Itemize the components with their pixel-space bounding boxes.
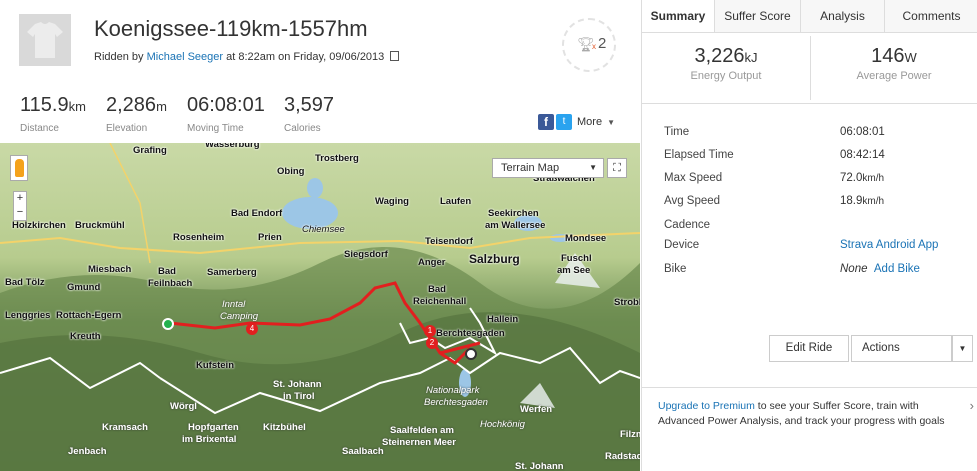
- chevron-right-icon[interactable]: ›: [970, 398, 974, 413]
- detail-cadence: Cadence: [664, 219, 711, 231]
- stat-elevation: 2,286m Elevation: [106, 94, 167, 134]
- sidebar: Summary Suffer Score Analysis Comments 3…: [641, 0, 977, 471]
- chevron-down-icon[interactable]: ▼: [952, 335, 973, 362]
- zoom-control: + −: [13, 191, 27, 221]
- zoom-in-button[interactable]: +: [14, 192, 26, 206]
- zoom-out-button[interactable]: −: [14, 206, 26, 220]
- tab-comments[interactable]: Comments: [884, 0, 977, 32]
- energy-output: 3,226kJ Energy Output: [690, 45, 762, 82]
- tab-summary[interactable]: Summary: [642, 0, 714, 32]
- share-bar: f t More ▼: [538, 114, 615, 130]
- activity-time: at 8:22am on Friday, 09/06/2013: [226, 51, 385, 63]
- route-map[interactable]: Grafing Wasserburg Trostberg Obing Straß…: [0, 143, 640, 471]
- start-marker[interactable]: [162, 318, 174, 330]
- ridden-by-label: Ridden by: [94, 51, 144, 63]
- route-marker[interactable]: 4: [246, 323, 258, 335]
- divider: [642, 103, 977, 104]
- achievements-count: 2: [598, 35, 607, 52]
- activity-title: Koenigssee-119km-1557hm: [94, 16, 368, 41]
- facebook-icon[interactable]: f: [538, 114, 554, 130]
- street-view-pegman[interactable]: [10, 155, 28, 181]
- map-type-select[interactable]: Terrain Map ▼: [492, 158, 604, 178]
- detail-elapsed-time: Elapsed Time 08:42:14: [664, 149, 885, 161]
- finish-marker[interactable]: [465, 348, 477, 360]
- calendar-icon[interactable]: [390, 51, 400, 61]
- tab-bar: Summary Suffer Score Analysis Comments: [642, 0, 977, 33]
- tab-suffer-score[interactable]: Suffer Score: [714, 0, 800, 32]
- chevron-down-icon: ▼: [589, 163, 597, 172]
- detail-device: Device Strava Android App: [664, 239, 939, 251]
- detail-time: Time 06:08:01: [664, 126, 885, 138]
- device-link[interactable]: Strava Android App: [840, 239, 938, 251]
- activity-byline: Ridden by Michael Seeger at 8:22am on Fr…: [94, 51, 400, 63]
- stat-calories: 3,597 Calories: [284, 94, 335, 134]
- athlete-link[interactable]: Michael Seeger: [147, 51, 223, 63]
- detail-bike: Bike None Add Bike: [664, 263, 920, 275]
- terrain-background: [0, 143, 640, 471]
- average-power: 146W Average Power: [856, 45, 932, 82]
- more-share-button[interactable]: More: [577, 116, 602, 128]
- add-bike-link[interactable]: Add Bike: [874, 263, 920, 275]
- stat-moving-time: 06:08:01 Moving Time: [187, 94, 265, 134]
- route-marker[interactable]: 2: [426, 337, 438, 349]
- detail-avg-speed: Avg Speed 18.9km/h: [664, 195, 885, 207]
- stat-distance: 115.9km Distance: [20, 94, 86, 134]
- tab-analysis[interactable]: Analysis: [800, 0, 884, 32]
- athlete-avatar[interactable]: [19, 14, 71, 66]
- upgrade-link[interactable]: Upgrade to Premium: [658, 400, 755, 412]
- actions-dropdown[interactable]: Actions: [851, 335, 952, 362]
- fullscreen-button[interactable]: ⛶: [607, 158, 627, 178]
- detail-max-speed: Max Speed 72.0km/h: [664, 172, 885, 184]
- route-marker[interactable]: 1: [424, 325, 436, 337]
- activity-panel: Koenigssee-119km-1557hm Ridden by Michae…: [0, 0, 640, 471]
- twitter-icon[interactable]: t: [556, 114, 572, 130]
- achievements-badge[interactable]: 🏆︎ x 2: [562, 18, 616, 72]
- achievements-multiplier: x: [592, 42, 596, 51]
- premium-upsell: Upgrade to Premium to see your Suffer Sc…: [642, 387, 977, 471]
- chevron-down-icon[interactable]: ▼: [607, 118, 615, 127]
- edit-ride-button[interactable]: Edit Ride: [769, 335, 849, 362]
- jersey-icon: [27, 22, 63, 58]
